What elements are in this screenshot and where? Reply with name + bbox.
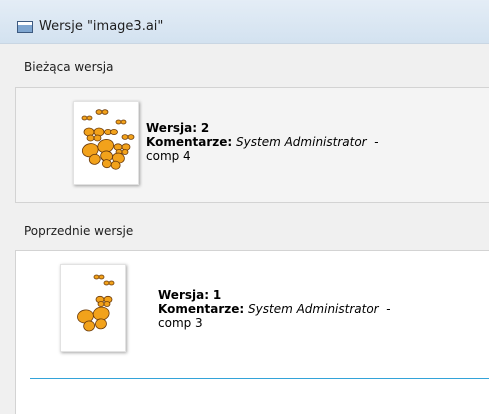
current-version-thumbnail[interactable] (73, 101, 139, 185)
version-label: Wersja: (146, 121, 198, 135)
list-separator (30, 378, 489, 379)
comment-dash: - (374, 135, 379, 149)
version-number: 1 (212, 288, 222, 302)
comment-label: Komentarze: (158, 302, 245, 316)
version-number: 2 (200, 121, 210, 135)
title-bar: Wersje "image3.ai" (0, 0, 489, 44)
comment-author: System Administrator (248, 302, 379, 316)
butterflies-thumbnail-icon (77, 274, 115, 332)
comment-author: System Administrator (236, 135, 367, 149)
previous-versions-list[interactable]: Wersja: 1 Komentarze: System Administrat… (15, 250, 489, 414)
current-version-info: Wersja: 2 Komentarze: System Administrat… (146, 121, 379, 163)
window-icon (17, 21, 33, 33)
previous-version-thumbnail[interactable] (60, 264, 126, 352)
comment-text: comp 4 (146, 149, 191, 163)
version-label: Wersja: (158, 288, 210, 302)
previous-version-info: Wersja: 1 Komentarze: System Administrat… (158, 288, 391, 330)
comment-label: Komentarze: (146, 135, 233, 149)
current-version-label: Bieżąca wersja (24, 60, 114, 74)
comment-dash: - (386, 302, 391, 316)
versions-dialog: Wersje "image3.ai" Bieżąca wersja Wersja… (0, 0, 489, 414)
previous-versions-label: Poprzednie wersje (24, 224, 134, 238)
comment-text: comp 3 (158, 316, 203, 330)
current-version-panel[interactable]: Wersja: 2 Komentarze: System Administrat… (15, 87, 489, 203)
butterflies-thumbnail-icon (81, 109, 135, 170)
window-title: Wersje "image3.ai" (39, 19, 164, 34)
